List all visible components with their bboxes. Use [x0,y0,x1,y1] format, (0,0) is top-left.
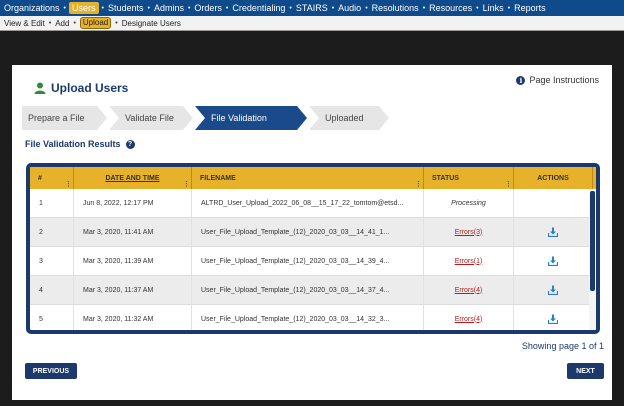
column-header-filename: FILENAME ⋮ [192,167,424,189]
table-row: 4 Mar 3, 2020, 11:37 AM User_File_Upload_T… [30,276,596,305]
info-icon: i [516,75,526,85]
sub-nav-item-view-edit[interactable]: View & Edit [4,19,45,28]
top-nav-item-stairs[interactable]: STAIRS [295,3,329,13]
top-nav-item-resources[interactable]: Resources [428,3,473,13]
top-nav-item-audio[interactable]: Audio [337,3,362,13]
validation-results-table: # ⋮ DATE AND TIME ⋮ FILENAME ⋮ STATUS ⋮ ACTI… [26,163,600,334]
download-icon[interactable] [548,227,558,237]
page-instructions-label: Page Instructions [529,75,599,85]
row-actions-cell [514,247,593,275]
column-header-status: STATUS ⋮ [424,167,514,189]
row-filename: User_File_Upload_Template_(12)_2020_03_0… [192,247,424,275]
row-filename: User_File_Upload_Template_(12)_2020_03_0… [192,218,424,246]
top-nav-item-resolutions[interactable]: Resolutions [371,3,420,13]
row-actions-cell [514,276,593,304]
row-number: 3 [30,247,74,275]
row-status-cell: Errors(1) [424,247,514,275]
table-scrollbar-thumb[interactable] [590,191,595,291]
errors-link[interactable]: Errors(1) [455,258,483,265]
row-number: 2 [30,218,74,246]
main-panel: Upload Users i Page Instructions Prepare… [12,65,612,400]
row-filename: ALTRD_User_Upload_2022_06_08__15_17_22_t… [192,189,424,217]
pagination-status: Showing page 1 of 1 [521,341,604,351]
top-nav-item-reports[interactable]: Reports [513,3,547,13]
row-actions-cell [514,305,593,330]
row-status-cell: Errors(3) [424,218,514,246]
column-header-actions: ACTIONS [514,167,593,189]
row-number: 5 [30,305,74,330]
next-button[interactable]: NEXT [567,363,604,379]
sub-nav-item-upload[interactable]: Upload [79,17,112,29]
row-date: Mar 3, 2020, 11:32 AM [74,305,192,330]
table-row: 1 Jun 8, 2022, 12:17 PM ALTRD_User_Upload_… [30,189,596,218]
top-nav-item-links[interactable]: Links [482,3,505,13]
user-icon [34,82,46,94]
wizard-step-3[interactable]: File Validation Results [195,106,307,130]
column-header-filename-label: FILENAME [200,174,236,182]
column-header-status-label: STATUS [432,174,459,182]
wizard-step-4[interactable]: Uploaded Files [309,106,389,130]
row-filename: User_File_Upload_Template_(12)_2020_03_0… [192,276,424,304]
row-filename: User_File_Upload_Template_(12)_2020_03_0… [192,305,424,330]
column-header-date-label: DATE AND TIME [105,174,160,182]
table-header: # ⋮ DATE AND TIME ⋮ FILENAME ⋮ STATUS ⋮ ACTI… [30,167,596,189]
page-title: Upload Users [34,81,128,95]
sub-nav-item-designate-users[interactable]: Designate Users [122,19,181,28]
errors-link[interactable]: Errors(4) [455,316,483,323]
table-row: 2 Mar 3, 2020, 11:41 AM User_File_Upload_T… [30,218,596,247]
errors-link[interactable]: Errors(3) [455,229,483,236]
row-date: Mar 3, 2020, 11:37 AM [74,276,192,304]
sub-nav: View & Edit • Add • Upload • Designate Users [0,16,624,31]
table-row: 3 Mar 3, 2020, 11:39 AM User_File_Upload_T… [30,247,596,276]
download-icon[interactable] [548,285,558,295]
top-nav-item-admins[interactable]: Admins [153,3,185,13]
previous-button[interactable]: PREVIOUS [25,363,77,379]
top-nav-item-credentialing[interactable]: Credentialing [231,3,286,13]
processing-status: Processing [451,199,486,207]
page-title-text: Upload Users [51,81,129,95]
download-icon[interactable] [548,314,558,324]
top-nav: Organizations • Users • Students • Admins • Orde… [0,0,624,16]
column-header-actions-label: ACTIONS [537,174,569,182]
section-title-text: File Validation Results [25,139,121,149]
row-actions-cell [514,189,593,217]
row-status-cell: Errors(4) [424,305,514,330]
help-icon[interactable]: ? [125,139,135,149]
column-header-date[interactable]: DATE AND TIME ⋮ [74,167,192,189]
row-actions-cell [514,218,593,246]
column-header-number-label: # [38,174,42,182]
wizard-steps: Prepare a File Validate File File Validati… [22,106,391,130]
column-header-number: # ⋮ [30,167,74,189]
table-row: 5 Mar 3, 2020, 11:32 AM User_File_Upload_T… [30,305,596,330]
row-number: 4 [30,276,74,304]
row-date: Jun 8, 2022, 12:17 PM [74,189,192,217]
row-status-cell: Errors(4) [424,276,514,304]
row-date: Mar 3, 2020, 11:41 AM [74,218,192,246]
top-nav-item-orders[interactable]: Orders [193,3,223,13]
top-nav-item-organizations[interactable]: Organizations [3,3,61,13]
download-icon[interactable] [548,256,558,266]
top-nav-item-users[interactable]: Users [68,2,99,14]
top-nav-item-students[interactable]: Students [107,3,145,13]
sub-nav-item-add[interactable]: Add [55,19,69,28]
page-instructions-link[interactable]: i Page Instructions [516,75,599,85]
wizard-step-2[interactable]: Validate File [109,106,193,130]
section-title: File Validation Results ? [25,139,135,149]
errors-link[interactable]: Errors(4) [455,287,483,294]
wizard-step-1[interactable]: Prepare a File [22,106,107,130]
row-date: Mar 3, 2020, 11:39 AM [74,247,192,275]
table-body: 1 Jun 8, 2022, 12:17 PM ALTRD_User_Upload_… [30,189,596,330]
row-number: 1 [30,189,74,217]
row-status-cell: Processing [424,189,514,217]
